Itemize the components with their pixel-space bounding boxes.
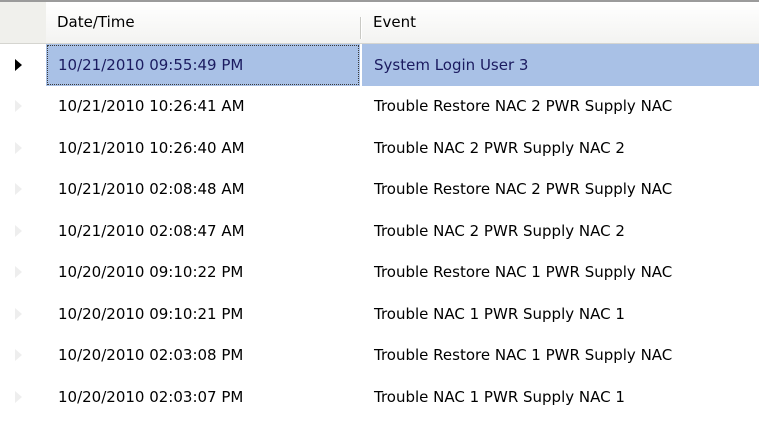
column-header-datetime[interactable]: Date/Time xyxy=(46,2,362,43)
event-text: Trouble Restore NAC 2 PWR Supply NAC xyxy=(374,97,673,116)
event-text: Trouble NAC 2 PWR Supply NAC 2 xyxy=(374,221,625,240)
table-row[interactable]: 10/20/2010 09:10:21 PM Trouble NAC 1 PWR… xyxy=(0,293,759,335)
current-row-arrow-icon xyxy=(15,58,22,71)
datetime-text: 10/20/2010 09:10:22 PM xyxy=(58,263,244,282)
datetime-text: 10/21/2010 10:26:41 AM xyxy=(58,97,245,116)
row-arrow-icon xyxy=(15,349,22,362)
event-cell[interactable]: Trouble NAC 1 PWR Supply NAC 1 xyxy=(362,293,759,335)
event-text: Trouble Restore NAC 1 PWR Supply NAC xyxy=(374,346,673,365)
datetime-text: 10/20/2010 02:03:07 PM xyxy=(58,387,244,406)
row-arrow-icon xyxy=(15,183,22,196)
row-header-corner[interactable] xyxy=(0,2,46,43)
row-arrow-icon xyxy=(15,224,22,237)
datetime-cell[interactable]: 10/20/2010 02:03:08 PM xyxy=(46,335,360,377)
event-text: Trouble NAC 2 PWR Supply NAC 2 xyxy=(374,138,625,157)
table-row[interactable]: 10/20/2010 02:03:07 PM Trouble NAC 1 PWR… xyxy=(0,376,759,418)
row-arrow-icon xyxy=(15,266,22,279)
event-cell[interactable]: Trouble Restore NAC 2 PWR Supply NAC xyxy=(362,169,759,211)
datetime-text: 10/21/2010 10:26:40 AM xyxy=(58,138,245,157)
datetime-cell[interactable]: 10/20/2010 09:10:21 PM xyxy=(46,293,360,335)
row-header[interactable] xyxy=(0,335,46,377)
datetime-cell[interactable]: 10/21/2010 02:08:47 AM xyxy=(46,210,360,252)
row-arrow-icon xyxy=(15,390,22,403)
datetime-cell[interactable]: 10/20/2010 09:10:22 PM xyxy=(46,252,360,294)
column-header-event[interactable]: Event xyxy=(362,2,759,43)
datetime-cell[interactable]: 10/21/2010 10:26:40 AM xyxy=(46,127,360,169)
event-cell[interactable]: Trouble Restore NAC 1 PWR Supply NAC xyxy=(362,335,759,377)
table-row[interactable]: 10/20/2010 02:03:08 PM Trouble Restore N… xyxy=(0,335,759,377)
event-log-grid: Date/Time Event 10/21/2010 09:55:49 PM S… xyxy=(0,0,759,427)
event-cell[interactable]: Trouble Restore NAC 2 PWR Supply NAC xyxy=(362,86,759,128)
row-header[interactable] xyxy=(0,127,46,169)
datetime-text: 10/21/2010 02:08:48 AM xyxy=(58,180,245,199)
datetime-text: 10/20/2010 02:03:08 PM xyxy=(58,346,244,365)
datetime-text: 10/20/2010 09:10:21 PM xyxy=(58,304,244,323)
table-row[interactable]: 10/20/2010 09:10:22 PM Trouble Restore N… xyxy=(0,252,759,294)
datetime-text: 10/21/2010 09:55:49 PM xyxy=(58,55,244,74)
datetime-text: 10/21/2010 02:08:47 AM xyxy=(58,221,245,240)
datetime-cell[interactable]: 10/20/2010 02:03:07 PM xyxy=(46,376,360,418)
datetime-cell[interactable]: 10/21/2010 02:08:48 AM xyxy=(46,169,360,211)
row-header[interactable] xyxy=(0,86,46,128)
event-cell[interactable]: Trouble NAC 2 PWR Supply NAC 2 xyxy=(362,210,759,252)
event-cell[interactable]: Trouble Restore NAC 1 PWR Supply NAC xyxy=(362,252,759,294)
grid-rows: 10/21/2010 09:55:49 PM System Login User… xyxy=(0,44,759,418)
event-cell[interactable]: System Login User 3 xyxy=(362,44,759,86)
table-row[interactable]: 10/21/2010 10:26:41 AM Trouble Restore N… xyxy=(0,86,759,128)
event-text: Trouble NAC 1 PWR Supply NAC 1 xyxy=(374,304,625,323)
row-arrow-icon xyxy=(15,100,22,113)
table-row[interactable]: 10/21/2010 10:26:40 AM Trouble NAC 2 PWR… xyxy=(0,127,759,169)
event-text: Trouble NAC 1 PWR Supply NAC 1 xyxy=(374,387,625,406)
datetime-cell[interactable]: 10/21/2010 10:26:41 AM xyxy=(46,86,360,128)
row-arrow-icon xyxy=(15,141,22,154)
table-row[interactable]: 10/21/2010 02:08:48 AM Trouble Restore N… xyxy=(0,169,759,211)
table-row[interactable]: 10/21/2010 02:08:47 AM Trouble NAC 2 PWR… xyxy=(0,210,759,252)
row-header[interactable] xyxy=(0,376,46,418)
event-text: Trouble Restore NAC 2 PWR Supply NAC xyxy=(374,180,673,199)
row-header[interactable] xyxy=(0,210,46,252)
event-cell[interactable]: Trouble NAC 1 PWR Supply NAC 1 xyxy=(362,376,759,418)
row-header[interactable] xyxy=(0,44,46,86)
row-arrow-icon xyxy=(15,307,22,320)
event-text: Trouble Restore NAC 1 PWR Supply NAC xyxy=(374,263,673,282)
row-header[interactable] xyxy=(0,252,46,294)
column-header-row: Date/Time Event xyxy=(0,2,759,44)
event-text: System Login User 3 xyxy=(374,55,529,74)
row-header[interactable] xyxy=(0,169,46,211)
datetime-cell[interactable]: 10/21/2010 09:55:49 PM xyxy=(46,44,360,86)
event-cell[interactable]: Trouble NAC 2 PWR Supply NAC 2 xyxy=(362,127,759,169)
table-row[interactable]: 10/21/2010 09:55:49 PM System Login User… xyxy=(0,44,759,86)
row-header[interactable] xyxy=(0,293,46,335)
